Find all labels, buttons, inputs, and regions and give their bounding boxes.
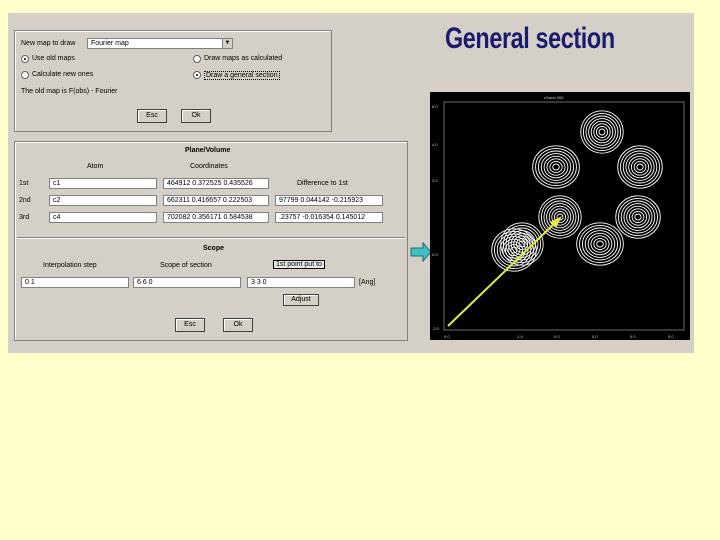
row-label-1st: 1st [19, 180, 29, 187]
atom-input-2nd[interactable]: c2 [49, 195, 157, 206]
use-old-maps-radio[interactable] [21, 55, 29, 63]
draw-general-section-radio[interactable] [193, 71, 201, 79]
esc-button[interactable]: Esc [137, 109, 167, 123]
contour-ring [549, 160, 563, 174]
interpolation-input[interactable]: 0.1 [21, 277, 129, 288]
interpolation-label: Interpolation step [43, 262, 97, 269]
contour-ring [580, 110, 624, 154]
atom-input-1st[interactable]: c1 [49, 178, 157, 189]
use-old-maps-label: Use old maps [32, 55, 75, 62]
diff-2nd: 97799 0.044142 -0.215923 [275, 195, 383, 206]
contour-ring [543, 155, 569, 179]
contour-ring [584, 230, 616, 258]
contour-map-plot: c2sect 260 6.0 4.0 2.0 0.0 -2.0 0.0 -1.0… [430, 92, 690, 340]
contour-ring [626, 205, 650, 229]
plane-volume-dialog: Plane/Volume Atom Coordinates Difference… [14, 141, 408, 341]
map-type-select[interactable]: Fourier map ▼ [87, 38, 233, 49]
chevron-down-icon: ▼ [222, 39, 232, 48]
contour-ring [491, 228, 537, 272]
contour-ring [576, 222, 624, 266]
slide-headline: General section [445, 22, 615, 55]
contour-ring [617, 145, 663, 189]
scope-label: Scope of section [160, 262, 212, 269]
contour-ring [595, 125, 609, 139]
contour-ring [588, 118, 616, 146]
contour-ring [633, 160, 647, 174]
contour-ring [590, 120, 614, 144]
calculate-new-radio[interactable] [21, 71, 29, 79]
contour-ring [623, 203, 653, 231]
map-dialog: New map to draw Fourier map ▼ Use old ma… [14, 30, 332, 132]
ok-button[interactable]: Ok [181, 109, 211, 123]
contour-ring [552, 163, 560, 171]
coords-2nd: 662311 0.416657 0.222503 [163, 195, 269, 206]
coordinates-header: Coordinates [190, 163, 228, 170]
map-type-value: Fourier map [91, 40, 129, 47]
new-map-label: New map to draw [21, 40, 76, 47]
difference-header: Difference to 1st [297, 180, 348, 187]
contour-ring [596, 240, 604, 248]
calculate-new-label: Calculate new ones [32, 71, 94, 78]
scope-ok-button[interactable]: Ok [223, 318, 253, 332]
contour-ring [628, 155, 652, 179]
contour-ring [636, 163, 644, 171]
atom-header: Atom [87, 163, 104, 170]
contour-ring [631, 210, 645, 224]
contour-ring [598, 128, 606, 136]
scope-esc-button[interactable]: Esc [175, 318, 205, 332]
coords-1st: 464912 0.372525 0.435526 [163, 178, 269, 189]
draw-as-calculated-label: Draw maps as calculated [204, 55, 283, 62]
contour-ring [593, 237, 607, 251]
draw-general-section-label: Draw a general section [204, 71, 280, 80]
atom-input-3rd[interactable]: c4 [49, 212, 157, 223]
draw-as-calculated-radio[interactable] [193, 55, 201, 63]
adjust-button[interactable]: Adjust [283, 294, 319, 306]
plane-volume-title: Plane/Volume [185, 147, 231, 154]
contour-ring [634, 213, 642, 221]
contour-ring [625, 153, 655, 181]
old-map-info: The old map is F(obs) - Fourier [21, 88, 118, 95]
arrow-right-icon [410, 241, 432, 263]
row-label-3rd: 3rd [19, 214, 30, 221]
divider [17, 237, 405, 239]
pointer-line [447, 219, 559, 327]
contour-ring [532, 145, 580, 189]
first-point-label: 1st point put to [273, 260, 325, 269]
row-label-2nd: 2nd [19, 197, 31, 204]
scope-input[interactable]: 6 6 0 [133, 277, 241, 288]
coords-3rd: 702082 0.356171 0.584538 [163, 212, 269, 223]
contour-lines [443, 101, 685, 331]
first-point-input[interactable]: 3 3 0 [247, 277, 355, 288]
unit-label: [Ang] [359, 279, 376, 286]
diff-3rd: .23757 -0.016354 0.145012 [275, 212, 383, 223]
scope-title: Scope [203, 245, 225, 252]
contour-ring [587, 232, 613, 256]
contour-ring [540, 153, 572, 181]
contour-ring [615, 195, 661, 239]
